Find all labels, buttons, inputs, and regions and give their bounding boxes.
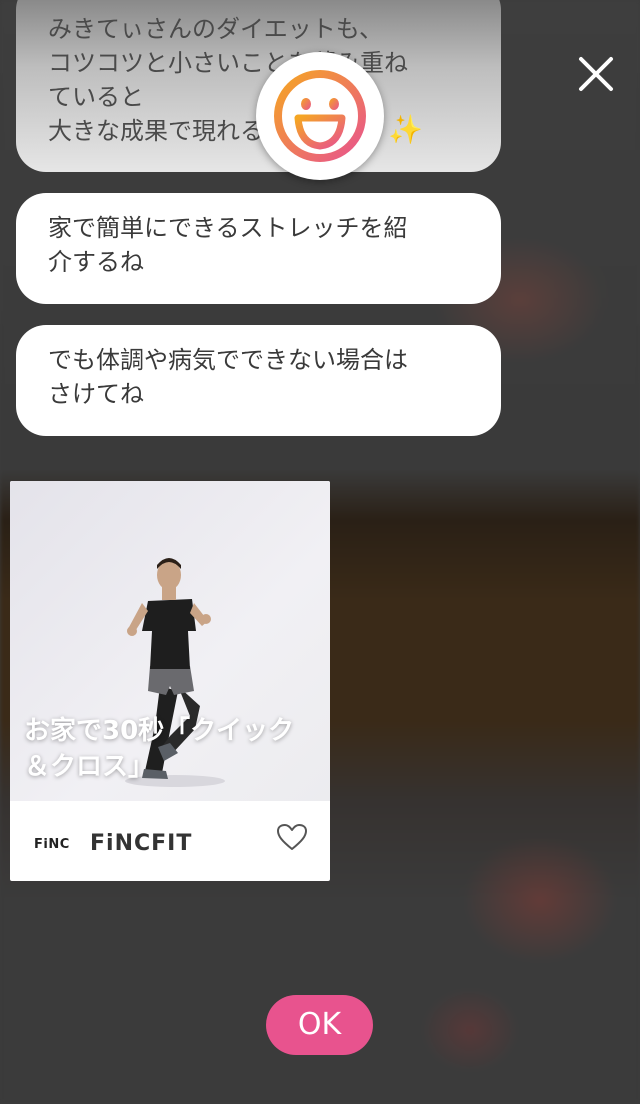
close-icon: [579, 57, 613, 91]
smiley-face-icon: [256, 52, 384, 180]
chat-bubble-3: でも体調や病気でできない場合は さけてね: [16, 325, 501, 436]
exercise-thumbnail: お家で30秒「クイック ＆クロス」: [10, 481, 330, 801]
sparkle-icon: ✨: [388, 113, 423, 146]
ok-button[interactable]: OK: [266, 995, 373, 1055]
favorite-button[interactable]: [276, 823, 308, 851]
chat-bubble-2: 家で簡単にできるストレッチを紹 介するね: [16, 193, 501, 304]
exercise-card[interactable]: お家で30秒「クイック ＆クロス」 FiNC FiNCFIT: [10, 481, 330, 881]
close-button[interactable]: [574, 52, 618, 96]
heart-icon: [277, 824, 307, 850]
exercise-title: お家で30秒「クイック ＆クロス」: [24, 716, 295, 782]
brand-name: FiNCFIT: [90, 831, 193, 856]
brand-logo: FiNC: [34, 837, 70, 852]
chat-bubble-1: みきてぃさんのダイエットも、 コツコツと小さいことを積み重ね ていると 大きな成…: [16, 0, 501, 172]
